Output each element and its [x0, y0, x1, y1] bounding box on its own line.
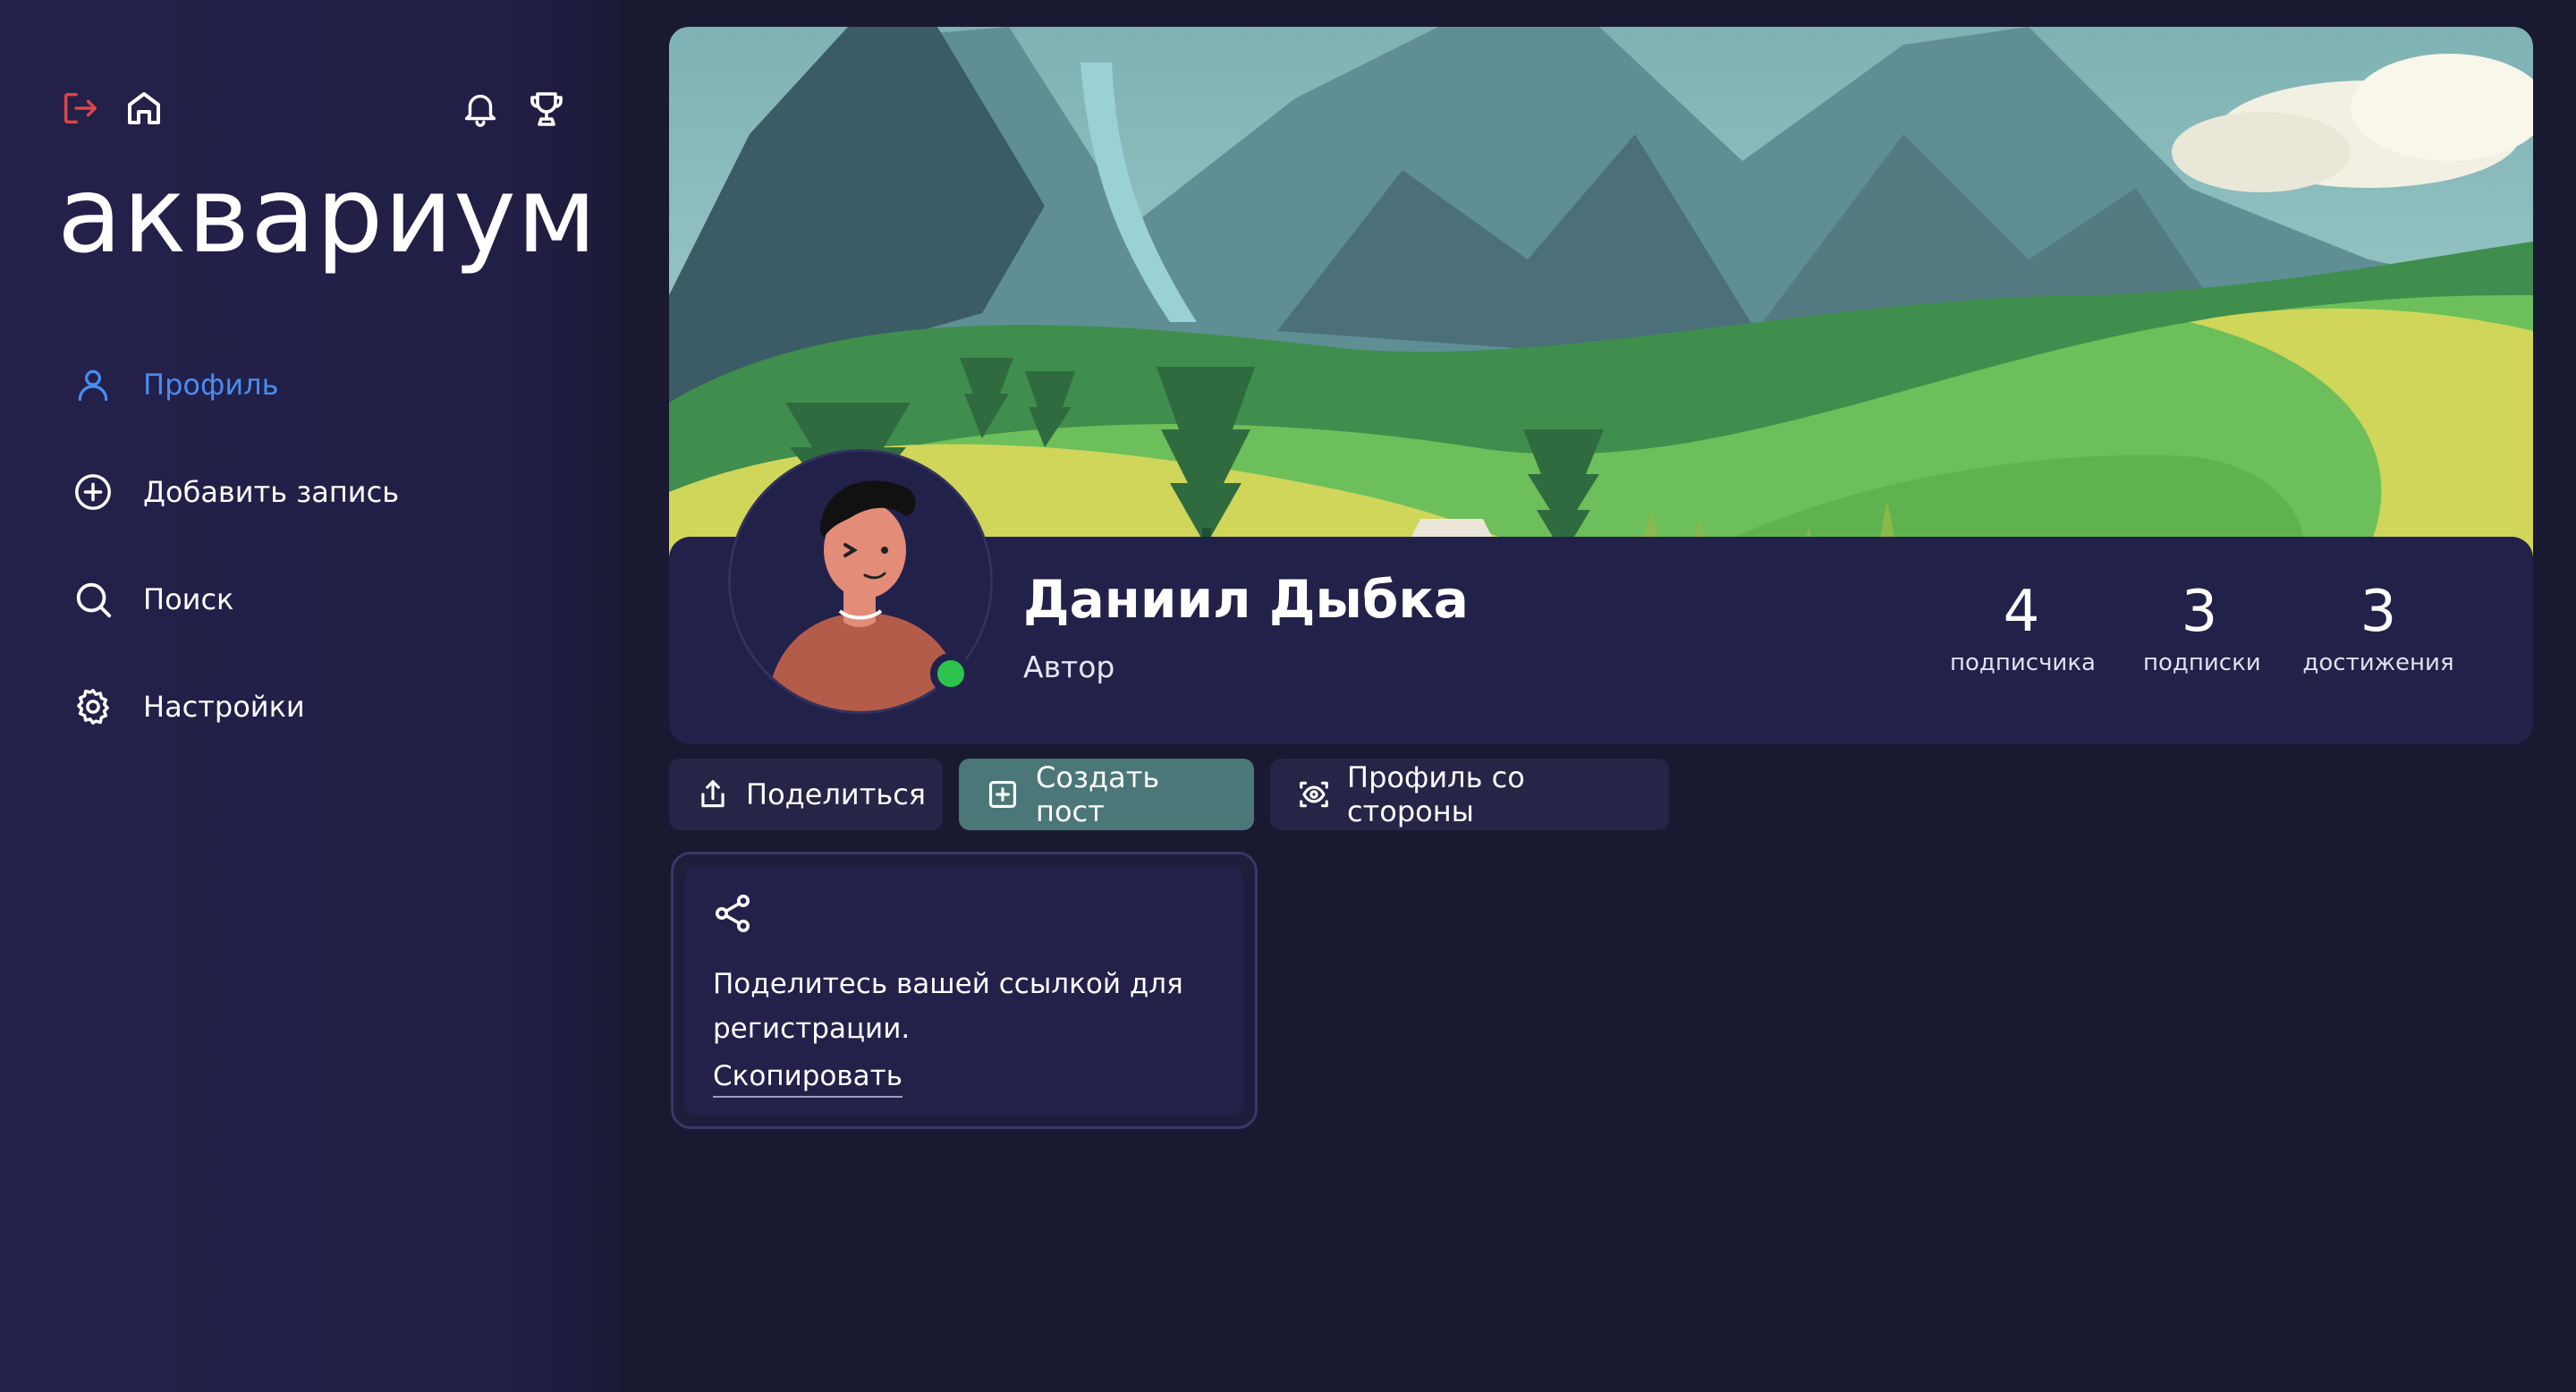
view-profile-as-other-button[interactable]: Профиль со стороны	[1270, 759, 1669, 830]
sidebar-item-label: Добавить запись	[143, 475, 400, 509]
stat-achievements[interactable]: 3 достижения	[2302, 580, 2454, 676]
sidebar-top-icons	[55, 84, 574, 132]
eye-scan-icon	[1297, 777, 1331, 812]
stat-label: подписки	[2143, 649, 2261, 676]
logout-icon[interactable]	[55, 84, 104, 132]
share-button[interactable]: Поделиться	[669, 759, 943, 830]
share-link-card: Поделитесь вашей ссылкой для регистрации…	[671, 852, 1258, 1129]
stat-label: подписчика	[1950, 649, 2096, 676]
plus-circle-icon	[70, 469, 116, 515]
user-icon	[70, 361, 116, 408]
sidebar-item-settings[interactable]: Настройки	[70, 680, 571, 734]
stat-label: достижения	[2302, 649, 2454, 676]
create-post-button-label: Создать пост	[1036, 760, 1160, 828]
search-icon	[70, 576, 116, 623]
trophy-icon[interactable]	[522, 84, 571, 132]
bell-icon[interactable]	[456, 84, 504, 132]
sidebar-item-add-post[interactable]: Добавить запись	[70, 465, 571, 519]
stat-following[interactable]: 3 подписки	[2143, 579, 2261, 676]
stat-value: 3	[2360, 579, 2397, 645]
upload-share-icon	[696, 777, 730, 812]
sidebar-item-label: Настройки	[143, 690, 305, 724]
create-post-button[interactable]: Создать пост	[959, 759, 1254, 830]
sidebar-item-profile[interactable]: Профиль	[70, 358, 571, 412]
stat-value: 3	[2181, 579, 2218, 645]
sidebar-item-label: Профиль	[143, 368, 279, 402]
home-icon[interactable]	[120, 84, 168, 132]
sidebar-nav: Профиль Добавить запись Поиск Настройки	[70, 358, 571, 787]
profile-role: Автор	[1023, 649, 1115, 684]
app-root: аквариум Профиль Добавить запись Поиск Н…	[0, 0, 2576, 1392]
share-link-text: Поделитесь вашей ссылкой для регистрации…	[713, 968, 1183, 1045]
sidebar-item-search[interactable]: Поиск	[70, 573, 571, 626]
view-profile-button-label: Профиль со стороны	[1347, 760, 1525, 828]
share-link-card-inner: Поделитесь вашей ссылкой для регистрации…	[684, 865, 1244, 1116]
sidebar: аквариум Профиль Добавить запись Поиск Н…	[0, 0, 626, 1392]
sidebar-item-label: Поиск	[143, 582, 234, 616]
gear-icon	[70, 683, 116, 730]
profile-name: Даниил Дыбка	[1023, 569, 1469, 630]
online-status-dot	[930, 653, 971, 694]
stat-value: 4	[2003, 579, 2040, 645]
stat-followers[interactable]: 4 подписчика	[1950, 579, 2096, 676]
copy-link-button[interactable]: Скопировать	[713, 1057, 902, 1098]
share-button-label: Поделиться	[746, 777, 927, 811]
share-nodes-icon	[711, 892, 754, 935]
app-logo[interactable]: аквариум	[57, 161, 597, 268]
plus-square-icon	[986, 777, 1020, 812]
